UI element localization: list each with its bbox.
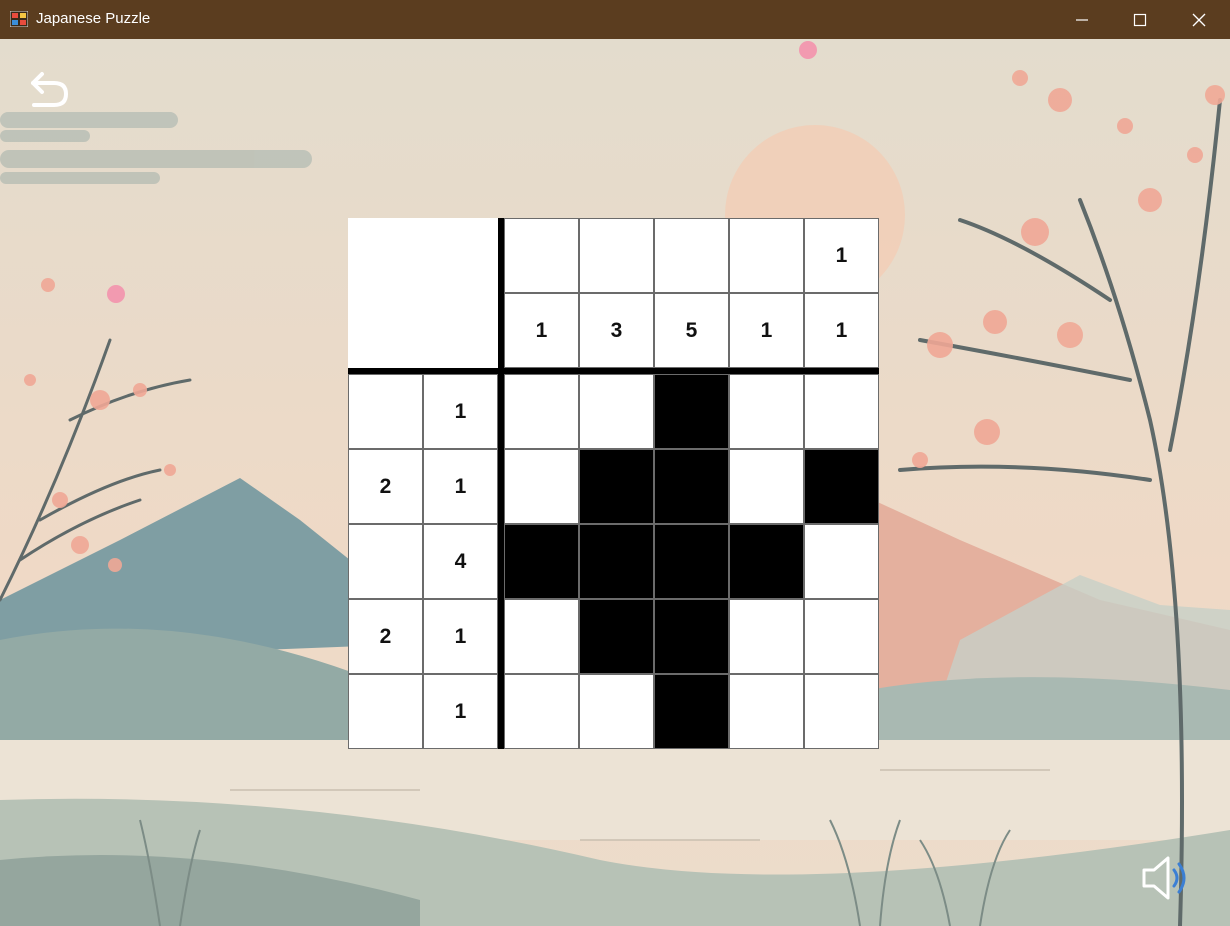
grid-cell-filled[interactable] [654,524,729,599]
maximize-icon [1133,13,1147,26]
grid-cell-filled[interactable] [579,524,654,599]
grid-cell[interactable] [579,674,654,749]
grid-cell-filled[interactable] [654,374,729,449]
grid-cell[interactable] [729,374,804,449]
column-clue-cell: 3 [579,293,654,368]
column-clue-cell [579,218,654,293]
grid-cell[interactable] [504,674,579,749]
row-clue-cell: 1 [423,449,498,524]
grid-cell-filled[interactable] [804,449,879,524]
column-clue-cell [504,218,579,293]
column-clue-cell [729,218,804,293]
row-clue-cell [348,524,423,599]
nonogram-board: 1351111214211 [348,218,879,749]
grid-cell[interactable] [804,674,879,749]
speaker-volume-icon [1142,856,1186,900]
grid-cell[interactable] [804,374,879,449]
grid-cell[interactable] [804,599,879,674]
column-clue-cell: 1 [729,293,804,368]
row-clue-cell [348,374,423,449]
grid-cell[interactable] [729,674,804,749]
column-clue-cell: 5 [654,293,729,368]
grid-cell-filled[interactable] [729,524,804,599]
grid-cell[interactable] [579,374,654,449]
back-button[interactable] [28,70,72,110]
column-clue-cell [654,218,729,293]
grid-cell[interactable] [504,599,579,674]
window-title: Japanese Puzzle [36,10,151,27]
grid-cell-filled[interactable] [654,449,729,524]
grid-cell-filled[interactable] [654,674,729,749]
row-clue-cell: 2 [348,449,423,524]
undo-arrow-icon [31,72,68,107]
row-clue-cell: 4 [423,524,498,599]
minimize-icon [1076,18,1088,21]
column-clue-cell: 1 [804,293,879,368]
app-icon [10,11,28,27]
grid-cell[interactable] [804,524,879,599]
column-clue-cell: 1 [504,293,579,368]
grid-cell-filled[interactable] [579,449,654,524]
sound-toggle-button[interactable] [1140,854,1194,902]
grid-cell-filled[interactable] [654,599,729,674]
close-icon [1192,13,1206,26]
row-clue-cell [348,674,423,749]
maximize-button[interactable] [1111,0,1169,39]
row-clue-cell: 2 [348,599,423,674]
title-bar: Japanese Puzzle [0,0,1230,39]
grid-cell[interactable] [504,374,579,449]
column-clue-cell: 1 [804,218,879,293]
grid-cell[interactable] [729,449,804,524]
row-clue-cell: 1 [423,599,498,674]
row-clue-cell: 1 [423,374,498,449]
row-clue-cell: 1 [423,674,498,749]
grid-cell[interactable] [504,449,579,524]
minimize-button[interactable] [1053,0,1111,39]
grid-cell[interactable] [729,599,804,674]
close-button[interactable] [1170,0,1228,39]
grid-cell-filled[interactable] [579,599,654,674]
grid-cell-filled[interactable] [504,524,579,599]
clue-corner [348,218,498,368]
